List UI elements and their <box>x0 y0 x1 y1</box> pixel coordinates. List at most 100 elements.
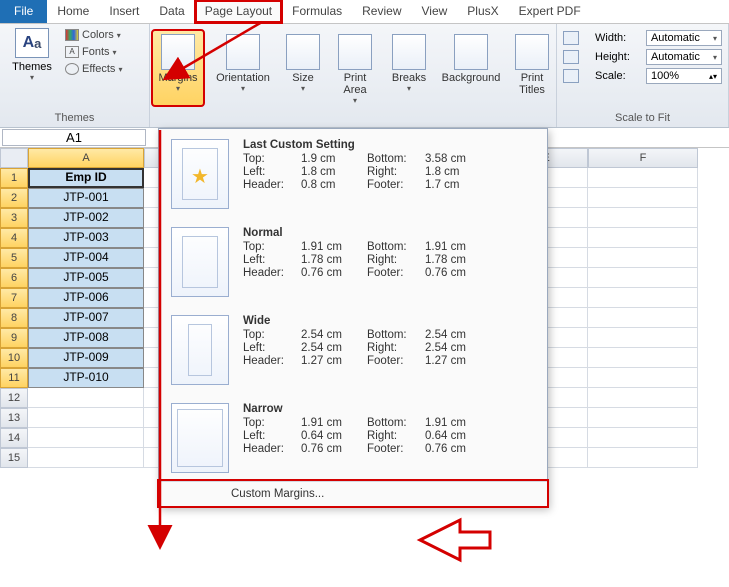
cell[interactable]: JTP-002 <box>28 208 144 228</box>
cell[interactable]: Emp ID <box>28 168 144 188</box>
effects-button[interactable]: Effects▾ <box>62 62 125 76</box>
cell[interactable] <box>28 448 144 468</box>
background-button[interactable]: Background <box>440 30 502 106</box>
margins-preset-title: Last Custom Setting <box>243 139 535 151</box>
cell[interactable] <box>588 448 698 468</box>
cell[interactable] <box>588 368 698 388</box>
margins-preset-value: 0.76 cm <box>301 267 367 279</box>
select-all-corner[interactable] <box>0 148 28 168</box>
tab-formulas[interactable]: Formulas <box>282 0 352 23</box>
margins-preset-value: 0.64 cm <box>425 430 483 442</box>
row-header[interactable]: 10 <box>0 348 28 368</box>
cell[interactable] <box>588 208 698 228</box>
margins-preset-value: Header: <box>243 355 301 367</box>
col-header-a[interactable]: A <box>28 148 144 168</box>
row-header[interactable]: 13 <box>0 408 28 428</box>
cell[interactable]: JTP-005 <box>28 268 144 288</box>
size-button[interactable]: Size ▾ <box>282 30 324 106</box>
margins-preset-value: 2.54 cm <box>425 342 483 354</box>
cell[interactable] <box>588 248 698 268</box>
tab-expert-pdf[interactable]: Expert PDF <box>509 0 591 23</box>
margins-preset-value: Footer: <box>367 355 425 367</box>
height-field[interactable]: Automatic▾ <box>646 49 722 65</box>
row-header[interactable]: 7 <box>0 288 28 308</box>
themes-button[interactable]: Aa Themes ▾ <box>6 28 58 82</box>
breaks-icon <box>392 34 426 70</box>
row-header[interactable]: 1 <box>0 168 28 188</box>
colors-button[interactable]: Colors▾ <box>62 28 125 42</box>
col-header-f[interactable]: F <box>588 148 698 168</box>
tab-insert[interactable]: Insert <box>99 0 149 23</box>
fonts-button[interactable]: AFonts▾ <box>62 45 125 59</box>
row-header[interactable]: 8 <box>0 308 28 328</box>
tab-review[interactable]: Review <box>352 0 411 23</box>
print-titles-icon <box>515 34 549 70</box>
cell[interactable] <box>588 428 698 448</box>
cell[interactable]: JTP-004 <box>28 248 144 268</box>
cell[interactable]: JTP-001 <box>28 188 144 208</box>
cell[interactable] <box>28 428 144 448</box>
margins-icon <box>161 34 195 70</box>
cell[interactable] <box>588 348 698 368</box>
print-titles-button[interactable]: Print Titles <box>510 30 554 106</box>
cell[interactable] <box>588 168 698 188</box>
scale-field[interactable]: 100%▴▾ <box>646 68 722 84</box>
row-header[interactable]: 15 <box>0 448 28 468</box>
tab-plusx[interactable]: PlusX <box>457 0 508 23</box>
cell[interactable]: JTP-009 <box>28 348 144 368</box>
tab-page-layout[interactable]: Page Layout <box>195 0 282 23</box>
margins-preset-value: Header: <box>243 179 301 191</box>
cell[interactable]: JTP-007 <box>28 308 144 328</box>
custom-margins-item[interactable]: Custom Margins... <box>159 481 547 506</box>
group-scale-to-fit: Width: Automatic▾ Height: Automatic▾ Sca… <box>557 24 729 127</box>
tab-home[interactable]: Home <box>47 0 99 23</box>
cell[interactable]: JTP-008 <box>28 328 144 348</box>
breaks-button[interactable]: Breaks ▾ <box>386 30 432 106</box>
width-value: Automatic <box>651 32 700 44</box>
print-area-button[interactable]: Print Area ▾ <box>332 30 378 106</box>
row-header[interactable]: 11 <box>0 368 28 388</box>
margins-button[interactable]: Margins ▾ <box>152 30 204 106</box>
margins-preset-value: Right: <box>367 166 425 178</box>
cell[interactable]: JTP-010 <box>28 368 144 388</box>
cell[interactable] <box>588 268 698 288</box>
margins-preset-value: 1.91 cm <box>301 241 367 253</box>
cell[interactable]: JTP-006 <box>28 288 144 308</box>
row-header[interactable]: 4 <box>0 228 28 248</box>
margins-preset-value: 2.54 cm <box>425 329 483 341</box>
print-area-icon <box>338 34 372 70</box>
margins-preset-item[interactable]: NormalTop:1.91 cmBottom:1.91 cmLeft:1.78… <box>159 217 547 305</box>
tab-view[interactable]: View <box>412 0 458 23</box>
cell[interactable] <box>588 188 698 208</box>
cell[interactable] <box>588 408 698 428</box>
cell[interactable]: JTP-003 <box>28 228 144 248</box>
row-header[interactable]: 9 <box>0 328 28 348</box>
scale-icon <box>563 69 579 83</box>
width-field[interactable]: Automatic▾ <box>646 30 722 46</box>
cell[interactable] <box>588 308 698 328</box>
group-themes: Aa Themes ▾ Colors▾ AFonts▾ Effects▾ The… <box>0 24 150 127</box>
margins-preset-value: Bottom: <box>367 241 425 253</box>
margins-preset-value: 1.27 cm <box>425 355 483 367</box>
margins-preset-value: 2.54 cm <box>301 342 367 354</box>
margins-preset-item[interactable]: NarrowTop:1.91 cmBottom:1.91 cmLeft:0.64… <box>159 393 547 481</box>
margins-preset-item[interactable]: Last Custom SettingTop:1.9 cmBottom:3.58… <box>159 129 547 217</box>
row-header[interactable]: 2 <box>0 188 28 208</box>
cell[interactable] <box>588 288 698 308</box>
row-header[interactable]: 3 <box>0 208 28 228</box>
cell[interactable] <box>588 328 698 348</box>
row-header[interactable]: 6 <box>0 268 28 288</box>
name-box[interactable]: A1 <box>2 129 146 146</box>
effects-icon <box>65 63 79 75</box>
row-header[interactable]: 14 <box>0 428 28 448</box>
orientation-button[interactable]: Orientation ▾ <box>212 30 274 106</box>
margins-preset-item[interactable]: WideTop:2.54 cmBottom:2.54 cmLeft:2.54 c… <box>159 305 547 393</box>
cell[interactable] <box>588 388 698 408</box>
tab-file[interactable]: File <box>0 0 47 23</box>
cell[interactable] <box>588 228 698 248</box>
row-header[interactable]: 12 <box>0 388 28 408</box>
row-header[interactable]: 5 <box>0 248 28 268</box>
cell[interactable] <box>28 408 144 428</box>
cell[interactable] <box>28 388 144 408</box>
tab-data[interactable]: Data <box>149 0 194 23</box>
